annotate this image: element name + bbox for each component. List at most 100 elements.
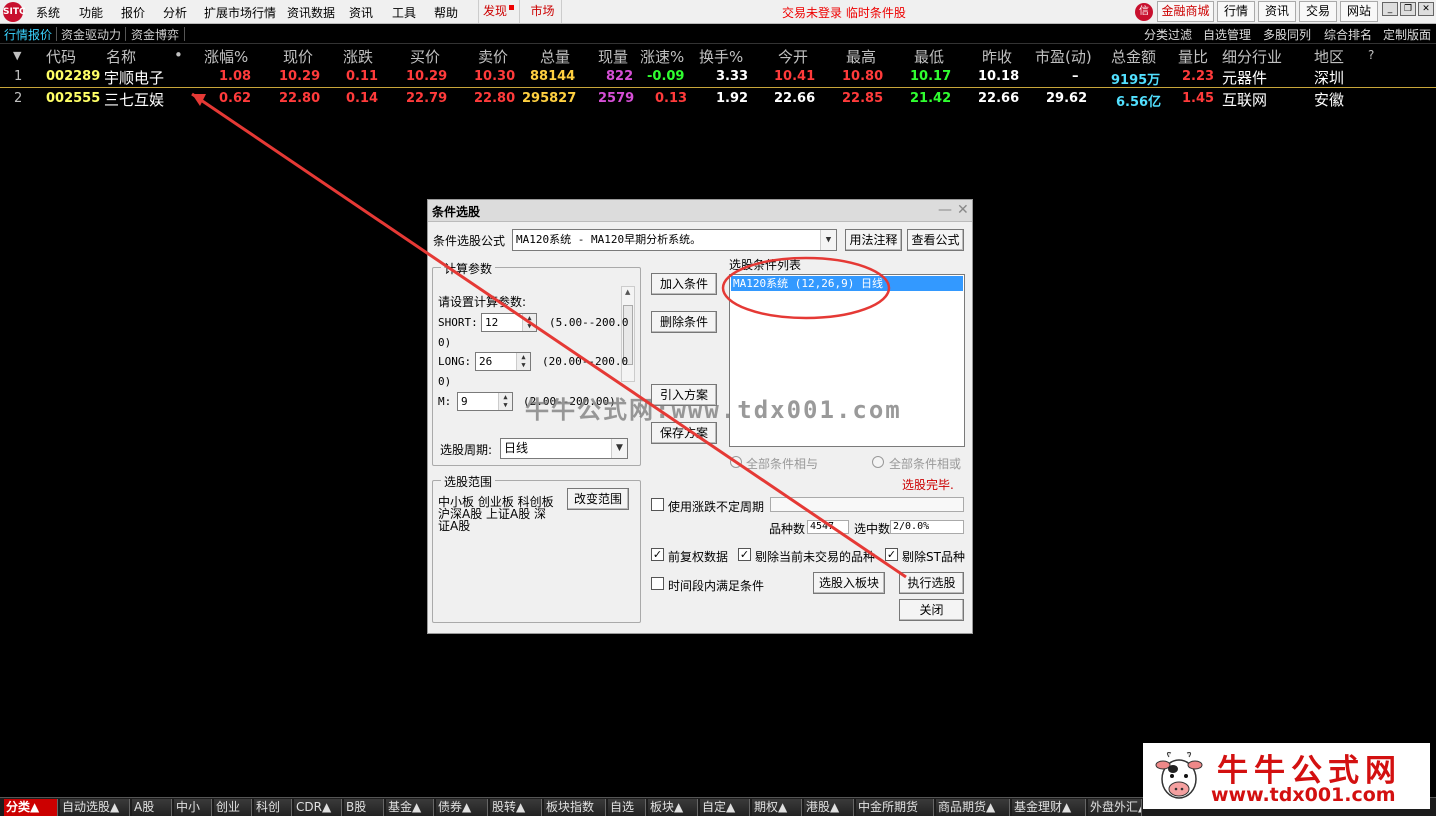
- tab-watchlist[interactable]: 自选: [608, 799, 646, 816]
- menu-info-data[interactable]: 资讯数据: [287, 4, 335, 21]
- tab-cffex[interactable]: 中金所期货: [856, 799, 934, 816]
- tab-options[interactable]: 期权▲: [752, 799, 802, 816]
- tab-bond[interactable]: 债券▲: [436, 799, 488, 816]
- discover-button[interactable]: 发现: [478, 0, 520, 23]
- tab-sme[interactable]: 中小: [174, 799, 212, 816]
- tab-quotes[interactable]: 行情报价: [4, 26, 52, 43]
- tab-auto-screen[interactable]: 自动选股▲: [60, 799, 130, 816]
- watchlist-manage-button[interactable]: 自选管理: [1203, 26, 1251, 43]
- col-pe[interactable]: 市盈(动): [1035, 46, 1092, 67]
- view-formula-button[interactable]: 查看公式: [907, 229, 964, 251]
- dialog-titlebar[interactable]: 条件选股 — ✕: [428, 200, 972, 222]
- col-high[interactable]: 最高: [846, 46, 876, 67]
- delete-condition-button[interactable]: 删除条件: [651, 311, 717, 333]
- minimize-icon[interactable]: _: [1382, 2, 1398, 16]
- run-screen-button[interactable]: 执行选股: [899, 572, 964, 594]
- dialog-close-icon[interactable]: ✕: [957, 202, 969, 218]
- col-ask[interactable]: 卖价: [478, 46, 508, 67]
- col-amount[interactable]: 总金额: [1111, 46, 1156, 67]
- trade-button[interactable]: 交易: [1299, 1, 1337, 22]
- menu-system[interactable]: 系统: [36, 4, 60, 21]
- tab-b-share[interactable]: B股: [344, 799, 384, 816]
- close-icon[interactable]: ✕: [1418, 2, 1434, 16]
- col-change[interactable]: 涨跌: [343, 46, 373, 67]
- col-vol-ratio[interactable]: 量比: [1178, 46, 1208, 67]
- tab-gem[interactable]: 创业: [214, 799, 252, 816]
- tab-hk[interactable]: 港股▲: [804, 799, 854, 816]
- spinner-icon[interactable]: ▲ ▼: [522, 314, 536, 331]
- tab-category[interactable]: 分类▲: [4, 799, 58, 816]
- tab-wealth[interactable]: 基金理财▲: [1012, 799, 1086, 816]
- tab-foreign[interactable]: 外盘外汇▲: [1088, 799, 1142, 816]
- col-cur-volume[interactable]: 现量: [598, 46, 628, 67]
- exclude-st-checkbox[interactable]: ✓: [885, 548, 898, 561]
- param-short-input[interactable]: 12 ▲ ▼: [481, 313, 537, 332]
- exclude-untraded-checkbox[interactable]: ✓: [738, 548, 751, 561]
- period-select[interactable]: 日线 ▼: [500, 438, 628, 459]
- tab-commodity[interactable]: 商品期货▲: [936, 799, 1010, 816]
- col-code[interactable]: 代码: [46, 46, 76, 67]
- time-cond-checkbox[interactable]: [651, 577, 664, 590]
- list-item[interactable]: MA120系统 (12,26,9) 日线: [731, 276, 963, 291]
- col-industry[interactable]: 细分行业: [1222, 46, 1282, 67]
- tab-sector[interactable]: 板块▲: [648, 799, 698, 816]
- tab-a-share[interactable]: A股: [132, 799, 172, 816]
- tab-capital-drive[interactable]: 资金驱动力: [61, 26, 121, 43]
- col-price[interactable]: 现价: [283, 46, 313, 67]
- use-period-checkbox[interactable]: [651, 498, 664, 511]
- tab-sector-index[interactable]: 板块指数: [544, 799, 606, 816]
- tab-cdr[interactable]: CDR▲: [294, 799, 342, 816]
- close-button[interactable]: 关闭: [899, 599, 964, 621]
- col-change-pct[interactable]: 涨幅%: [204, 46, 248, 67]
- ranking-button[interactable]: 综合排名: [1324, 26, 1372, 43]
- chevron-down-icon[interactable]: ▼: [611, 439, 627, 458]
- menu-analysis[interactable]: 分析: [163, 4, 187, 21]
- chevron-down-icon[interactable]: ▼: [820, 230, 836, 250]
- help-icon[interactable]: ?: [1368, 48, 1374, 62]
- menu-function[interactable]: 功能: [79, 4, 103, 21]
- restore-icon[interactable]: ❐: [1400, 2, 1416, 16]
- quote-button[interactable]: 行情: [1217, 1, 1255, 22]
- change-range-button[interactable]: 改变范围: [567, 488, 629, 510]
- tab-neeq[interactable]: 股转▲: [490, 799, 542, 816]
- news-button[interactable]: 资讯: [1258, 1, 1296, 22]
- menu-quote[interactable]: 报价: [121, 4, 145, 21]
- scroll-up-icon[interactable]: ▲: [625, 288, 630, 296]
- tab-star[interactable]: 科创: [254, 799, 292, 816]
- col-region[interactable]: 地区: [1314, 46, 1344, 67]
- save-plan-button[interactable]: 保存方案: [651, 422, 717, 444]
- col-open[interactable]: 今开: [778, 46, 808, 67]
- tab-custom[interactable]: 自定▲: [700, 799, 750, 816]
- spinner-icon[interactable]: ▲ ▼: [498, 393, 512, 410]
- param-m-input[interactable]: 9 ▲ ▼: [457, 392, 513, 411]
- table-row[interactable]: 2 002555 三七互娱 0.62 22.80 0.14 22.79 22.8…: [0, 88, 1436, 110]
- tab-capital-game[interactable]: 资金博弈: [131, 26, 179, 43]
- usage-notes-button[interactable]: 用法注释: [845, 229, 902, 251]
- col-name[interactable]: 名称: [106, 46, 136, 67]
- finance-mall-button[interactable]: 金融商城: [1157, 1, 1214, 22]
- add-condition-button[interactable]: 加入条件: [651, 273, 717, 295]
- spinner-icon[interactable]: ▲ ▼: [516, 353, 530, 370]
- custom-layout-button[interactable]: 定制版面: [1383, 26, 1431, 43]
- fq-checkbox[interactable]: ✓: [651, 548, 664, 561]
- col-speed[interactable]: 涨速%: [640, 46, 684, 67]
- col-low[interactable]: 最低: [914, 46, 944, 67]
- dialog-minimize-icon[interactable]: —: [938, 202, 952, 218]
- menu-extended-market[interactable]: 扩展市场行情: [204, 4, 276, 21]
- col-turnover[interactable]: 换手%: [699, 46, 743, 67]
- menu-help[interactable]: 帮助: [434, 4, 458, 21]
- col-bid[interactable]: 买价: [410, 46, 440, 67]
- sort-toggle-icon[interactable]: ▼: [13, 49, 21, 62]
- menu-tools[interactable]: 工具: [392, 4, 416, 21]
- col-volume[interactable]: 总量: [540, 46, 570, 67]
- to-block-button[interactable]: 选股入板块: [813, 572, 885, 594]
- website-button[interactable]: 网站: [1340, 1, 1378, 22]
- col-prev-close[interactable]: 昨收: [982, 46, 1012, 67]
- multi-stock-button[interactable]: 多股同列: [1263, 26, 1311, 43]
- market-button[interactable]: 市场: [524, 0, 562, 23]
- tab-fund[interactable]: 基金▲: [386, 799, 434, 816]
- menu-news[interactable]: 资讯: [349, 4, 373, 21]
- param-long-input[interactable]: 26 ▲ ▼: [475, 352, 531, 371]
- filter-button[interactable]: 分类过滤: [1144, 26, 1192, 43]
- formula-select[interactable]: MA120系统 - MA120早期分析系统。 ▼: [512, 229, 837, 251]
